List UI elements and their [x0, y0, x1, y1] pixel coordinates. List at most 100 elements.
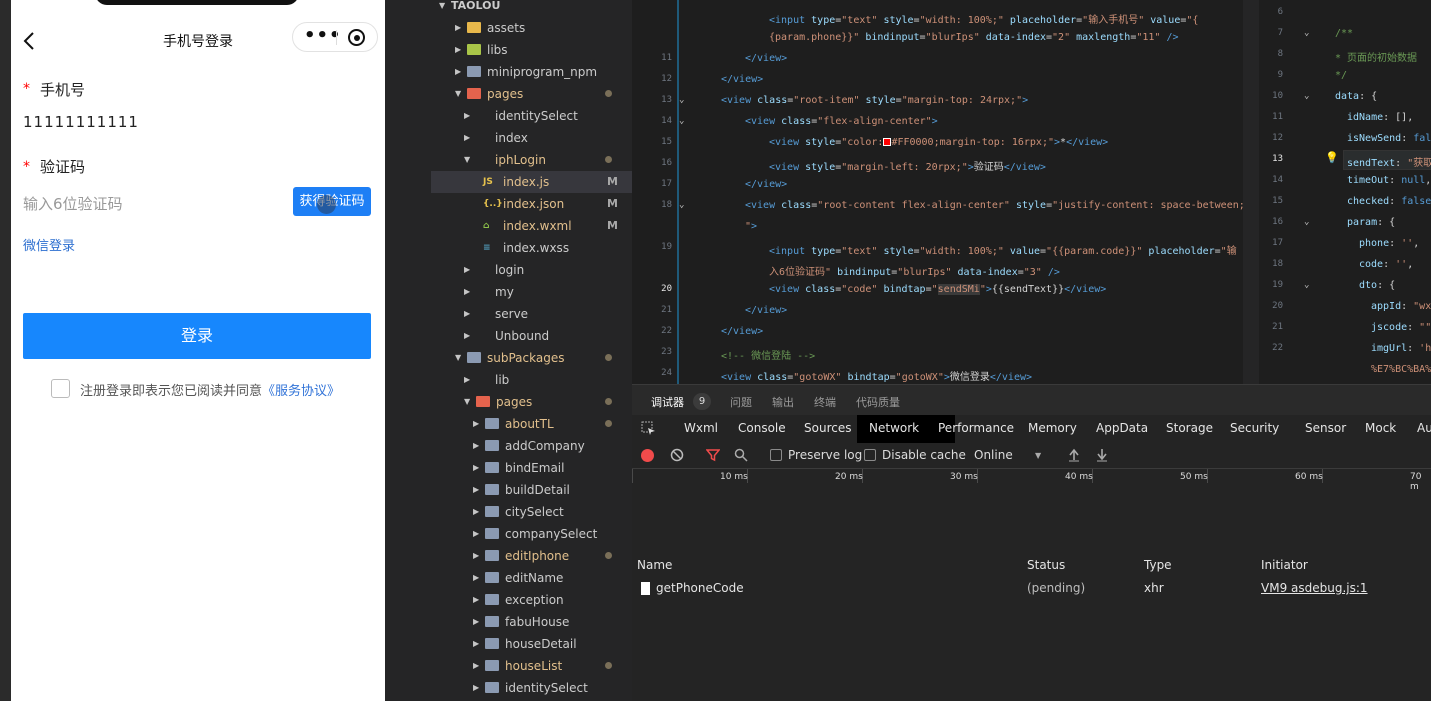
- tab-memory[interactable]: Memory: [1028, 421, 1077, 435]
- tab-sources[interactable]: Sources: [804, 421, 851, 435]
- editor-scrollbar[interactable]: [1243, 0, 1259, 384]
- search-icon[interactable]: [734, 448, 748, 462]
- tree-item[interactable]: ⌂ index.wxml M: [431, 215, 632, 237]
- tab-network[interactable]: Network: [869, 421, 919, 435]
- tree-item[interactable]: ▼ pages: [431, 391, 632, 413]
- fold-chevron-icon[interactable]: ⌄: [1304, 91, 1309, 101]
- chevron-right-icon[interactable]: ▶: [473, 435, 479, 457]
- col-name[interactable]: Name: [637, 558, 672, 572]
- throttle-select[interactable]: Online: [974, 448, 1013, 462]
- chevron-right-icon[interactable]: ▶: [464, 369, 470, 391]
- tree-item[interactable]: ▶ addCompany: [431, 435, 632, 457]
- fold-chevron-icon[interactable]: ⌄: [1304, 280, 1309, 290]
- code-editor-wxml[interactable]: <input type="text" style="width: 100%;" …: [632, 0, 1243, 384]
- tab-problems[interactable]: 问题: [730, 394, 752, 410]
- tree-item[interactable]: {..} index.json M: [431, 193, 632, 215]
- chevron-right-icon[interactable]: ▶: [473, 567, 479, 589]
- tree-item[interactable]: ▶ bindEmail: [431, 457, 632, 479]
- chevron-right-icon[interactable]: ▶: [473, 479, 479, 501]
- chevron-right-icon[interactable]: ▶: [464, 127, 470, 149]
- chevron-right-icon[interactable]: ▶: [473, 589, 479, 611]
- tab-output[interactable]: 输出: [772, 394, 794, 410]
- import-har-icon[interactable]: [1068, 448, 1080, 462]
- chevron-right-icon[interactable]: ▶: [473, 413, 479, 435]
- chevron-right-icon[interactable]: ▶: [473, 457, 479, 479]
- tab-audits[interactable]: Au: [1417, 421, 1431, 435]
- login-button[interactable]: 登录: [23, 313, 371, 359]
- col-status[interactable]: Status: [1027, 558, 1065, 572]
- chevron-right-icon[interactable]: ▶: [464, 105, 470, 127]
- chevron-down-icon[interactable]: ▼: [455, 347, 461, 369]
- fold-chevron-icon[interactable]: ⌄: [679, 116, 684, 126]
- menu-capsule[interactable]: •••: [292, 22, 378, 52]
- chevron-right-icon[interactable]: ▶: [464, 325, 470, 347]
- fold-chevron-icon[interactable]: ⌄: [1304, 217, 1309, 227]
- chevron-right-icon[interactable]: ▶: [455, 17, 461, 39]
- tree-item[interactable]: ▶ serve: [431, 303, 632, 325]
- tree-item[interactable]: ▶ identitySelect: [431, 105, 632, 127]
- chevron-down-icon[interactable]: ▼: [455, 83, 461, 105]
- tab-console[interactable]: Console: [738, 421, 786, 435]
- tree-item[interactable]: ▶ miniprogram_npm: [431, 61, 632, 83]
- chevron-down-icon[interactable]: ▼: [464, 149, 470, 171]
- tree-item[interactable]: ▼ subPackages: [431, 347, 632, 369]
- tab-debugger[interactable]: 调试器: [651, 394, 684, 410]
- disable-cache-checkbox[interactable]: [864, 449, 876, 461]
- code-input[interactable]: 输入6位验证码: [23, 193, 123, 214]
- tree-item[interactable]: ▶ houseDetail: [431, 633, 632, 655]
- tree-item[interactable]: ▼ pages: [431, 83, 632, 105]
- chevron-right-icon[interactable]: ▶: [473, 545, 479, 567]
- tab-wxml[interactable]: Wxml: [684, 421, 718, 435]
- agree-checkbox[interactable]: [51, 379, 70, 398]
- close-target-icon[interactable]: [348, 29, 365, 46]
- tree-item[interactable]: ▶ assets: [431, 17, 632, 39]
- chevron-right-icon[interactable]: ▶: [464, 303, 470, 325]
- tree-item[interactable]: ▶ libs: [431, 39, 632, 61]
- phone-input[interactable]: 11111111111: [23, 113, 139, 131]
- tree-item[interactable]: ▶ index: [431, 127, 632, 149]
- fold-chevron-icon[interactable]: ⌄: [1304, 28, 1309, 38]
- tree-item[interactable]: ▶ identitySelect: [431, 677, 632, 699]
- chevron-right-icon[interactable]: ▶: [473, 611, 479, 633]
- clear-icon[interactable]: [670, 448, 684, 462]
- col-initiator[interactable]: Initiator: [1261, 558, 1308, 572]
- tree-item[interactable]: ▶ exception: [431, 589, 632, 611]
- preserve-log-checkbox[interactable]: [770, 449, 782, 461]
- tree-item[interactable]: ▶ editIphone: [431, 545, 632, 567]
- tree-item[interactable]: ≡ index.wxss: [431, 237, 632, 259]
- network-request-row[interactable]: getPhoneCode (pending) xhr VM9 asdebug.j…: [632, 578, 1431, 600]
- tree-item[interactable]: ▶ login: [431, 259, 632, 281]
- tab-sensor[interactable]: Sensor: [1305, 421, 1346, 435]
- chevron-right-icon[interactable]: ▶: [455, 61, 461, 83]
- explorer-root[interactable]: ▼ TAOLOU: [431, 0, 632, 17]
- chevron-right-icon[interactable]: ▶: [464, 259, 470, 281]
- code-editor-js[interactable]: 6 7 ⌄ /** 8 * 页面的初始数据 9 */ 10 ⌄ data: {11 idName:…: [1259, 0, 1431, 384]
- tab-performance[interactable]: Performance: [938, 421, 1014, 435]
- chevron-right-icon[interactable]: ▶: [473, 633, 479, 655]
- chevron-right-icon[interactable]: ▶: [473, 523, 479, 545]
- request-name[interactable]: getPhoneCode: [656, 581, 744, 595]
- export-har-icon[interactable]: [1096, 448, 1108, 462]
- tab-mock[interactable]: Mock: [1365, 421, 1396, 435]
- tree-item[interactable]: ▶ fabuHouse: [431, 611, 632, 633]
- inspect-icon[interactable]: [641, 421, 656, 436]
- tab-terminal[interactable]: 终端: [814, 394, 836, 410]
- tab-security[interactable]: Security: [1230, 421, 1279, 435]
- chevron-right-icon[interactable]: ▶: [455, 39, 461, 61]
- tree-item[interactable]: ▶ aboutTL: [431, 413, 632, 435]
- tree-item[interactable]: ▼ iphLogin: [431, 149, 632, 171]
- request-initiator[interactable]: VM9 asdebug.js:1: [1261, 581, 1368, 595]
- tree-item[interactable]: ▶ Unbound: [431, 325, 632, 347]
- filter-icon[interactable]: [706, 448, 720, 462]
- record-icon[interactable]: [641, 449, 654, 462]
- wechat-login-link[interactable]: 微信登录: [23, 235, 75, 254]
- tree-item[interactable]: ▶ editName: [431, 567, 632, 589]
- tree-item[interactable]: ▶ my: [431, 281, 632, 303]
- tree-item[interactable]: ▶ buildDetail: [431, 479, 632, 501]
- tree-item[interactable]: ▶ lib: [431, 369, 632, 391]
- chevron-right-icon[interactable]: ▶: [473, 501, 479, 523]
- tree-item[interactable]: ▶ houseList: [431, 655, 632, 677]
- chevron-right-icon[interactable]: ▶: [473, 655, 479, 677]
- lightbulb-icon[interactable]: 💡: [1325, 151, 1339, 164]
- tree-item[interactable]: JS index.js M: [431, 171, 632, 193]
